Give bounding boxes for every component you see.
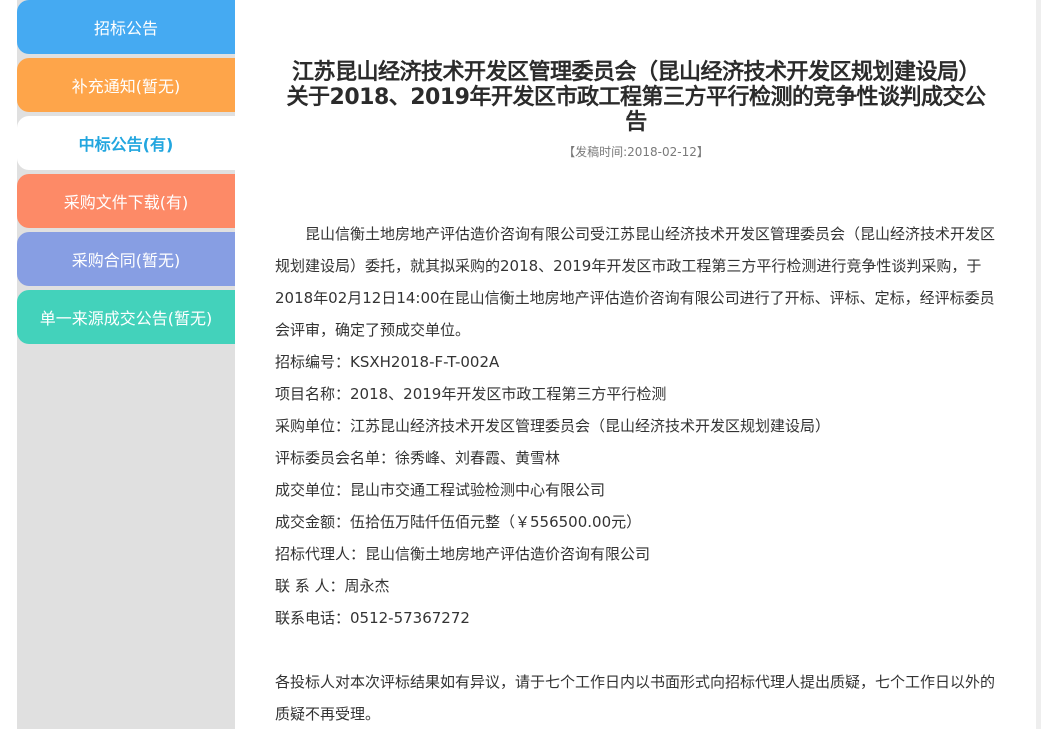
closing-paragraph: 各投标人对本次评标结果如有异议，请于七个工作日内以书面形式向招标代理人提出质疑，… [275,673,996,723]
title-line-2: 关于2018、2019年开发区市政工程第三方平行检测的竞争性谈判成交公 [286,85,986,110]
title-line-1: 江苏昆山经济技术开发区管理委员会（昆山经济技术开发区规划建设局） [291,60,981,85]
page-title: 江苏昆山经济技术开发区管理委员会（昆山经济技术开发区规划建设局） 关于2018、… [275,60,997,135]
field-project-name: 项目名称：2018、2019年开发区市政工程第三方平行检测 [275,385,667,403]
field-committee: 评标委员会名单：徐秀峰、刘春霞、黄雪林 [275,449,561,467]
publish-date: 【发稿时间:2018-02-12】 [563,145,709,159]
sidebar-item-bid-announcement[interactable]: 招标公告 [17,0,235,54]
sidebar: 招标公告 补充通知(暂无) 中标公告(有) 采购文件下载(有) 采购合同(暂无)… [17,0,235,729]
article-body: 昆山信衡土地房地产评估造价咨询有限公司受江苏昆山经济技术开发区管理委员会（昆山经… [275,218,997,730]
sidebar-item-procurement-contract[interactable]: 采购合同(暂无) [17,232,235,286]
field-winner: 成交单位：昆山市交通工程试验检测中心有限公司 [275,481,606,499]
title-line-3: 告 [625,110,647,135]
intro-paragraph: 昆山信衡土地房地产评估造价咨询有限公司受江苏昆山经济技术开发区管理委员会（昆山经… [275,225,996,339]
sidebar-item-supplementary-notice[interactable]: 补充通知(暂无) [17,58,235,112]
sidebar-item-award-announcement[interactable]: 中标公告(有) [17,116,235,170]
field-amount: 成交金额：伍拾伍万陆仟伍佰元整（￥556500.00元） [275,513,642,531]
sidebar-item-single-source[interactable]: 单一来源成交公告(暂无) [17,290,235,344]
sidebar-item-procurement-documents[interactable]: 采购文件下载(有) [17,174,235,228]
field-agent: 招标代理人：昆山信衡土地房地产评估造价咨询有限公司 [275,545,651,563]
field-bid-number: 招标编号：KSXH2018-F-T-002A [275,353,500,371]
field-contact: 联 系 人：周永杰 [275,577,390,595]
right-border [1036,0,1041,729]
field-phone: 联系电话：0512-57367272 [275,609,470,627]
field-purchaser: 采购单位：江苏昆山经济技术开发区管理委员会（昆山经济技术开发区规划建设局） [275,417,831,435]
